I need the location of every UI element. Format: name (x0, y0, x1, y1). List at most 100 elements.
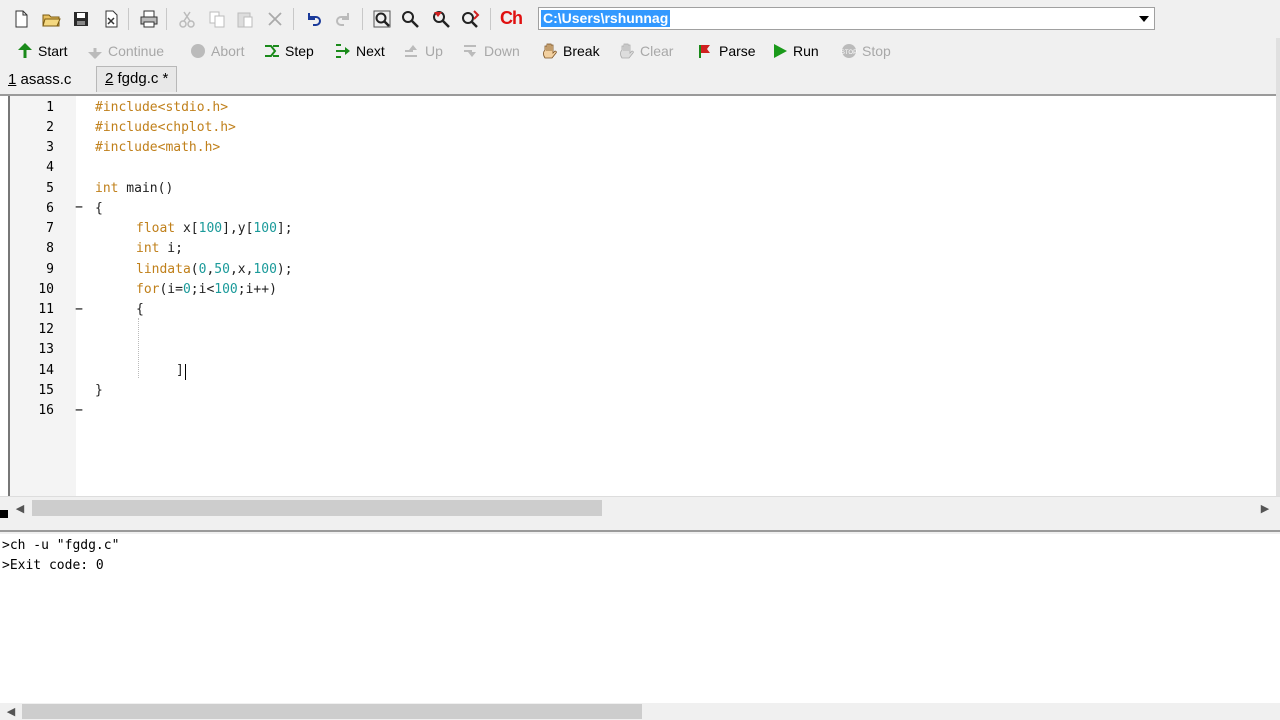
fold-toggle[interactable]: − (74, 200, 84, 215)
save-icon[interactable] (70, 8, 92, 30)
number-literal: 100 (253, 221, 277, 236)
parse-icon (699, 45, 710, 58)
line-number: 1 (46, 100, 54, 115)
code-line: #include<chplot.h> (95, 120, 236, 135)
print-icon[interactable] (138, 8, 160, 30)
zoom-icon[interactable] (399, 8, 421, 30)
line-number: 9 (46, 262, 54, 277)
number-literal: 50 (214, 262, 230, 277)
tab-fgdg-c[interactable]: 2 fgdg.c * (96, 66, 178, 92)
open-folder-icon[interactable] (40, 8, 62, 30)
line-number: 12 (38, 322, 54, 337)
scroll-left-icon[interactable]: ◀ (4, 704, 18, 718)
keyword: int (136, 241, 160, 256)
corner-marker (0, 510, 8, 518)
run-button[interactable]: Run (771, 41, 819, 61)
code-text: (i= (159, 282, 183, 297)
clear-label: Clear (640, 43, 674, 59)
toolbar-separator (293, 8, 294, 30)
abort-icon (191, 44, 205, 58)
down-button[interactable]: Down (462, 41, 520, 61)
code-text: ( (190, 262, 199, 277)
parse-button[interactable]: Parse (697, 41, 756, 61)
undo-icon[interactable] (303, 8, 325, 30)
find-next-icon[interactable] (430, 8, 452, 30)
pane-splitter[interactable] (0, 518, 1280, 532)
abort-label: Abort (211, 43, 245, 59)
line-number: 6 (46, 201, 54, 216)
step-button[interactable]: Step (263, 41, 314, 61)
step-icon (265, 45, 279, 57)
line-number: 7 (46, 221, 54, 236)
code-editor[interactable]: 1 2 3 4 5 6 7 8 9 10 11 12 13 14 15 16 −… (0, 94, 1280, 498)
line-number: 16 (38, 403, 54, 418)
clear-button[interactable]: Clear (618, 41, 673, 61)
code-text: x[ (175, 221, 199, 236)
continue-icon (88, 48, 102, 59)
output-pane[interactable]: >ch -u "fgdg.c" >Exit code: 0 (0, 534, 1280, 704)
code-line: { (95, 201, 103, 216)
copy-icon[interactable] (206, 8, 228, 30)
code-line: #include<stdio.h> (95, 100, 229, 115)
code-line: int main() (95, 181, 173, 196)
replace-icon[interactable] (459, 8, 481, 30)
cut-icon[interactable] (176, 8, 198, 30)
break-label: Break (563, 43, 600, 59)
function-name: lindata (136, 262, 191, 277)
code-line: ] (176, 363, 184, 378)
code-text: ,x, (229, 262, 254, 277)
file-tabs: 1 asass.c 2 fgdg.c * (0, 64, 1280, 94)
line-number: 8 (46, 241, 54, 256)
code-text: ]; (276, 221, 293, 236)
scrollbar-thumb[interactable] (32, 500, 602, 516)
scroll-right-icon[interactable]: ▶ (1258, 501, 1272, 515)
tab-label: asass.c (16, 71, 72, 88)
toolbar-separator (166, 8, 167, 30)
number-literal: 0 (182, 282, 191, 297)
next-label: Next (356, 43, 385, 59)
run-label: Run (793, 43, 819, 59)
start-label: Start (38, 43, 68, 59)
line-number: 10 (38, 282, 54, 297)
down-icon (464, 45, 476, 57)
editor-horizontal-scrollbar[interactable]: ◀ ▶ (0, 496, 1280, 518)
line-number: 14 (38, 363, 54, 378)
code-line: { (136, 302, 144, 317)
break-button[interactable]: Break (541, 41, 600, 61)
debug-toolbar: Start Continue Abort Step Next Up Down B… (0, 38, 1280, 64)
text-cursor (185, 364, 186, 380)
up-button[interactable]: Up (403, 41, 443, 61)
next-button[interactable]: Next (334, 41, 385, 61)
abort-button[interactable]: Abort (189, 41, 244, 61)
keyword: float (136, 221, 176, 236)
paste-icon[interactable] (234, 8, 256, 30)
close-file-icon[interactable] (100, 8, 122, 30)
stop-button[interactable]: STOP Stop (840, 41, 891, 61)
directory-combobox[interactable]: C:\Users\rshunnag (538, 7, 1155, 30)
line-number: 3 (46, 140, 54, 155)
new-file-icon[interactable] (10, 8, 32, 30)
code-text: main() (118, 181, 174, 196)
chevron-down-icon[interactable] (1134, 8, 1154, 29)
scroll-left-icon[interactable]: ◀ (13, 501, 27, 515)
tab-asass-c[interactable]: 1 asass.c (0, 68, 79, 92)
toolbar-separator (128, 8, 129, 30)
output-horizontal-scrollbar[interactable]: ◀ (0, 703, 1280, 720)
up-icon (405, 45, 417, 57)
ch-ide-window: Ch C:\Users\rshunnag Start Continue Abor… (0, 0, 1280, 720)
next-icon (336, 44, 350, 58)
find-icon[interactable] (371, 8, 393, 30)
delete-icon[interactable] (264, 8, 286, 30)
directory-path-text[interactable]: C:\Users\rshunnag (541, 10, 671, 27)
right-edge-bar (1276, 38, 1280, 498)
parse-label: Parse (719, 43, 756, 59)
tab-label: fgdg.c * (113, 70, 169, 87)
code-line: float x[100],y[100]; (136, 221, 293, 236)
scrollbar-thumb[interactable] (22, 704, 642, 719)
fold-toggle[interactable]: − (74, 302, 84, 317)
start-button[interactable]: Start (16, 41, 68, 61)
code-line: int i; (136, 241, 183, 256)
redo-icon[interactable] (332, 8, 354, 30)
continue-button[interactable]: Continue (86, 41, 164, 61)
line-number: 15 (38, 383, 54, 398)
